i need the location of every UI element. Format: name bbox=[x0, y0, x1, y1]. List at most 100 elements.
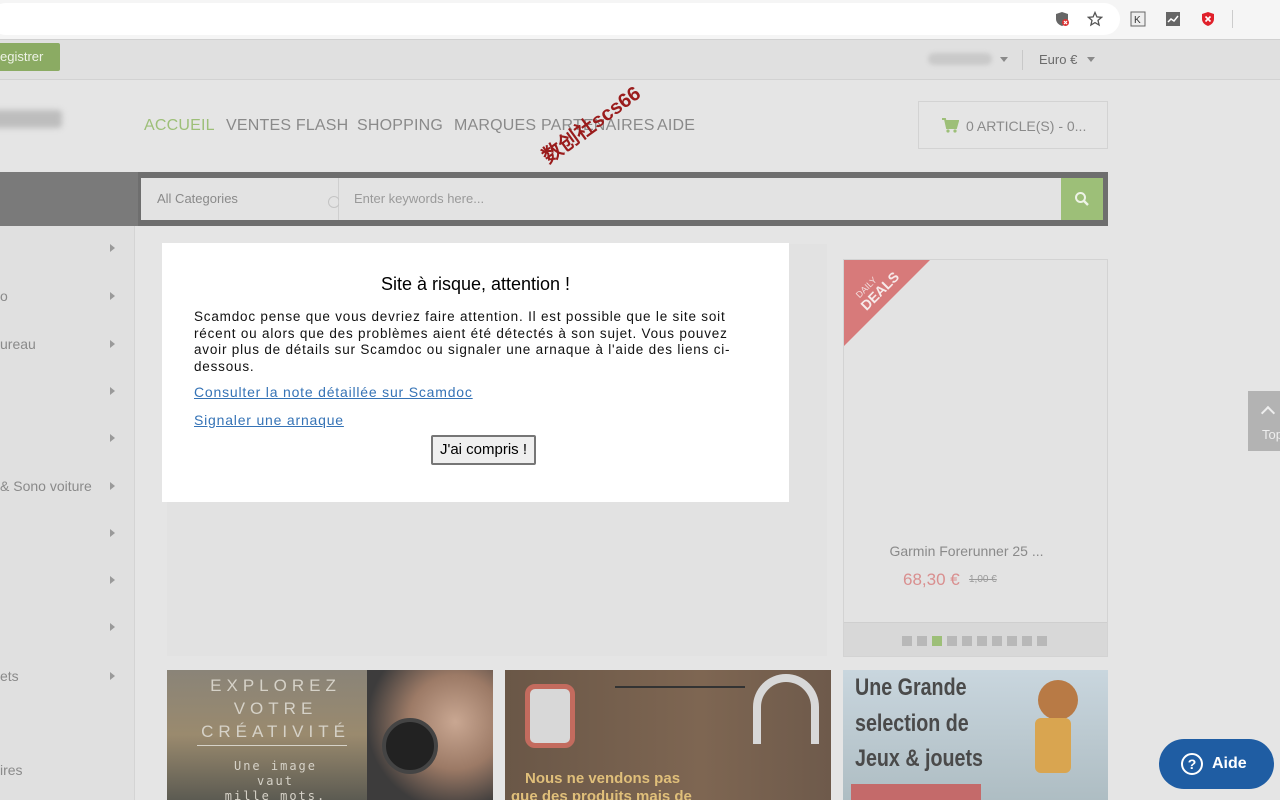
banner-text: Nous ne vendons pas bbox=[525, 770, 681, 787]
chevron-right-icon bbox=[110, 672, 115, 680]
search-input[interactable]: Enter keywords here... bbox=[339, 178, 1061, 220]
deal-price: 68,30 € bbox=[903, 570, 960, 589]
currency-selector[interactable]: Euro € bbox=[1039, 52, 1077, 67]
banner-text: selection de bbox=[855, 710, 969, 737]
k-extension-icon[interactable]: K bbox=[1129, 10, 1147, 28]
banner-text: Une image bbox=[233, 759, 318, 773]
scam-warning-dialog: Site à risque, attention ! Scamdoc pense… bbox=[162, 243, 789, 502]
help-label: Aide bbox=[1212, 755, 1247, 772]
sidebar-item-label: ureau bbox=[0, 336, 36, 352]
sidebar-item[interactable] bbox=[0, 428, 135, 448]
chevron-right-icon bbox=[110, 482, 115, 490]
deal-pagination bbox=[844, 622, 1107, 656]
chevron-down-icon[interactable] bbox=[1000, 57, 1008, 62]
chevron-right-icon bbox=[110, 434, 115, 442]
child-body-image bbox=[1035, 718, 1071, 773]
site-logo[interactable] bbox=[0, 110, 62, 128]
sidebar-item[interactable]: ets bbox=[0, 666, 135, 686]
pagination-dot[interactable] bbox=[1037, 636, 1047, 646]
pagination-dot-active[interactable] bbox=[932, 636, 942, 646]
sidebar-item[interactable] bbox=[0, 381, 135, 401]
deal-product-title[interactable]: Garmin Forerunner 25 ... bbox=[844, 543, 1089, 559]
nav-item-accueil[interactable]: ACCUEIL bbox=[144, 117, 215, 135]
banner-toys[interactable]: Une Grande selection de Jeux & jouets bbox=[843, 670, 1108, 800]
nav-item-aide[interactable]: AIDE bbox=[657, 117, 695, 135]
site-topbar: egistrer Euro € bbox=[0, 40, 1280, 80]
cart-button[interactable]: 0 ARTICLE(S) - 0... bbox=[918, 101, 1108, 149]
chevron-right-icon bbox=[110, 529, 115, 537]
dialog-message: Scamdoc pense que vous devriez faire att… bbox=[194, 309, 731, 374]
sidebar-item-label: ets bbox=[0, 668, 19, 684]
pagination-dot[interactable] bbox=[992, 636, 1002, 646]
acknowledge-button[interactable]: J'ai compris ! bbox=[431, 435, 536, 465]
pagination-dot[interactable] bbox=[977, 636, 987, 646]
toolbar-separator bbox=[1232, 10, 1233, 28]
sidebar-item[interactable] bbox=[0, 570, 135, 590]
banner-text: VOTRE bbox=[233, 699, 318, 718]
sidebar-item[interactable]: ires bbox=[0, 760, 135, 780]
pagination-dot[interactable] bbox=[917, 636, 927, 646]
deal-old-price: 1,00 € bbox=[969, 574, 997, 585]
banner-creativity[interactable]: EXPLOREZ VOTRE CRÉATIVITÉ Une image vaut… bbox=[167, 670, 493, 800]
back-to-top-button[interactable]: Top bbox=[1248, 391, 1280, 451]
category-select[interactable]: All Categories bbox=[141, 178, 340, 220]
daily-deals-ribbon: DAILY DEALS bbox=[844, 260, 930, 346]
headphones-image bbox=[753, 674, 819, 744]
camera-lens-image bbox=[382, 718, 438, 774]
sidebar-item[interactable]: ureau bbox=[0, 334, 135, 354]
banner-text: Jeux & jouets bbox=[855, 745, 983, 772]
topbar-separator bbox=[1022, 50, 1023, 70]
pagination-dot[interactable] bbox=[947, 636, 957, 646]
sidebar-item[interactable] bbox=[0, 523, 135, 543]
pagination-dot[interactable] bbox=[902, 636, 912, 646]
banner-divider bbox=[197, 745, 347, 746]
site-header: ACCUEIL VENTES FLASH SHOPPING MARQUES PA… bbox=[0, 80, 1280, 172]
browser-toolbar: K bbox=[0, 0, 1280, 40]
banner-text: que des produits mais de bbox=[511, 788, 692, 800]
banner-text: vaut bbox=[257, 774, 294, 788]
star-icon[interactable] bbox=[1086, 10, 1104, 28]
category-select-label: All Categories bbox=[157, 191, 238, 206]
sidebar-item-label: ires bbox=[0, 762, 23, 778]
account-link-blurred[interactable] bbox=[928, 53, 992, 65]
chart-extension-icon[interactable] bbox=[1164, 10, 1182, 28]
banner-text: Une Grande bbox=[855, 674, 967, 701]
dialog-title: Site à risque, attention ! bbox=[380, 274, 571, 294]
register-button[interactable]: egistrer bbox=[0, 43, 60, 71]
explore-category-button[interactable] bbox=[851, 784, 981, 800]
smartwatch-image bbox=[525, 684, 575, 748]
category-sidebar: o ureau & Sono voiture ets ires bbox=[0, 226, 135, 800]
sidebar-item-label: o bbox=[0, 288, 8, 304]
help-button[interactable]: ? Aide bbox=[1159, 739, 1274, 789]
sidebar-item[interactable] bbox=[0, 238, 135, 258]
red-shield-extension-icon[interactable] bbox=[1199, 10, 1217, 28]
search-icon bbox=[1075, 192, 1089, 206]
chevron-up-icon bbox=[1260, 405, 1276, 421]
sidebar-item-label: & Sono voiture bbox=[0, 478, 92, 494]
daily-deal-card[interactable]: DAILY DEALS Garmin Forerunner 25 ... 68,… bbox=[843, 259, 1108, 657]
pagination-dot[interactable] bbox=[1022, 636, 1032, 646]
nav-item-ventes-flash[interactable]: VENTES FLASH bbox=[226, 117, 348, 135]
sidebar-item[interactable] bbox=[0, 617, 135, 637]
banner-electronics[interactable]: Nous ne vendons pas que des produits mai… bbox=[505, 670, 831, 800]
chevron-down-icon[interactable] bbox=[1087, 57, 1095, 62]
pagination-dot[interactable] bbox=[1007, 636, 1017, 646]
address-bar[interactable] bbox=[0, 3, 1120, 35]
chevron-right-icon bbox=[110, 340, 115, 348]
cart-icon bbox=[942, 118, 959, 133]
cart-label: 0 ARTICLE(S) - 0... bbox=[966, 118, 1087, 134]
sidebar-item[interactable]: & Sono voiture bbox=[0, 476, 135, 496]
shield-blocked-icon[interactable] bbox=[1053, 10, 1071, 28]
pagination-dot[interactable] bbox=[962, 636, 972, 646]
banner-text: mille mots. bbox=[224, 789, 327, 800]
scamdoc-details-link[interactable]: Consulter la note détaillée sur Scamdoc bbox=[194, 384, 473, 400]
question-icon: ? bbox=[1181, 753, 1203, 775]
chevron-right-icon bbox=[110, 292, 115, 300]
search-placeholder: Enter keywords here... bbox=[354, 191, 485, 206]
banner-text: CRÉATIVITÉ bbox=[201, 722, 350, 741]
nav-item-shopping[interactable]: SHOPPING bbox=[357, 117, 443, 135]
sidebar-item[interactable]: o bbox=[0, 286, 135, 306]
sidebar-item[interactable] bbox=[0, 713, 135, 733]
search-button[interactable] bbox=[1061, 178, 1103, 220]
report-scam-link[interactable]: Signaler une arnaque bbox=[194, 412, 344, 428]
